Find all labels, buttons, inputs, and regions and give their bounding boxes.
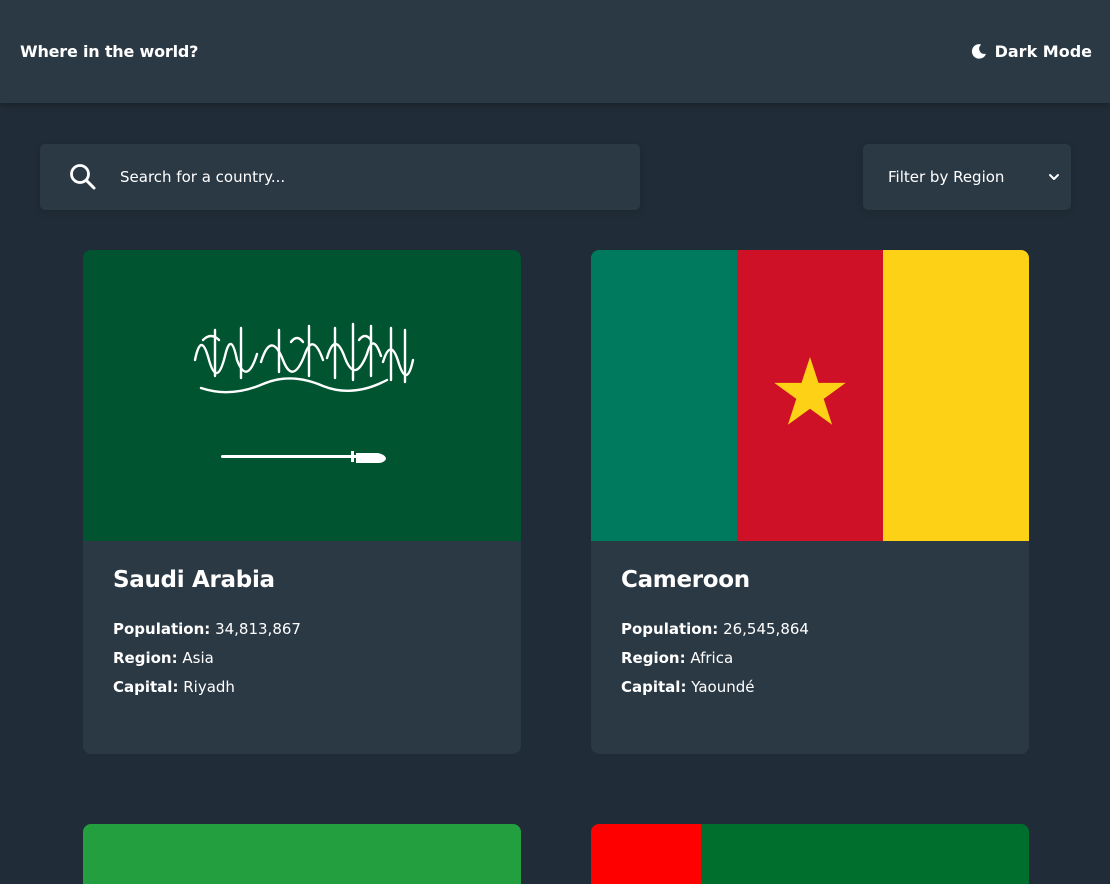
country-name: Cameroon xyxy=(621,567,750,593)
region-value: Africa xyxy=(690,649,734,667)
search-input[interactable] xyxy=(118,167,578,187)
population-label: Population: xyxy=(621,620,719,638)
controls-bar: Filter by Region xyxy=(40,144,1071,210)
country-card[interactable]: Saudi Arabia Population: 34,813,867 Regi… xyxy=(83,250,521,754)
moon-icon xyxy=(971,44,986,59)
country-flag xyxy=(591,824,1029,884)
capital-row: Capital: Riyadh xyxy=(113,673,491,702)
region-filter-select[interactable]: Filter by Region xyxy=(863,144,1071,210)
card-details: Saudi Arabia Population: 34,813,867 Regi… xyxy=(83,541,521,754)
region-value: Asia xyxy=(182,649,214,667)
card-details: Cameroon Population: 26,545,864 Region: … xyxy=(591,541,1029,754)
saudi-arabia-flag xyxy=(83,250,521,541)
country-card[interactable]: Cameroon Population: 26,545,864 Region: … xyxy=(591,250,1029,754)
population-value: 26,545,864 xyxy=(723,620,809,638)
population-row: Population: 26,545,864 xyxy=(621,615,999,644)
top-bar: Where in the world? Dark Mode xyxy=(0,0,1110,103)
population-row: Population: 34,813,867 xyxy=(113,615,491,644)
chevron-down-icon xyxy=(1049,174,1059,180)
capital-row: Capital: Yaoundé xyxy=(621,673,999,702)
country-flag xyxy=(83,824,521,884)
capital-label: Capital: xyxy=(621,678,687,696)
app-title: Where in the world? xyxy=(20,42,199,61)
cameroon-flag xyxy=(591,250,1029,541)
capital-value: Yaoundé xyxy=(691,678,755,696)
dark-mode-toggle[interactable]: Dark Mode xyxy=(970,42,1092,61)
country-card[interactable] xyxy=(83,824,521,884)
region-row: Region: Asia xyxy=(113,644,491,673)
region-row: Region: Africa xyxy=(621,644,999,673)
country-name: Saudi Arabia xyxy=(113,567,275,593)
region-label: Region: xyxy=(113,649,178,667)
region-label: Region: xyxy=(621,649,686,667)
dark-mode-label: Dark Mode xyxy=(994,42,1092,61)
population-label: Population: xyxy=(113,620,211,638)
population-value: 34,813,867 xyxy=(215,620,301,638)
search-icon xyxy=(70,164,96,190)
capital-value: Riyadh xyxy=(183,678,235,696)
capital-label: Capital: xyxy=(113,678,179,696)
country-card[interactable] xyxy=(591,824,1029,884)
region-filter-label: Filter by Region xyxy=(888,168,1005,186)
search-box[interactable] xyxy=(40,144,640,210)
